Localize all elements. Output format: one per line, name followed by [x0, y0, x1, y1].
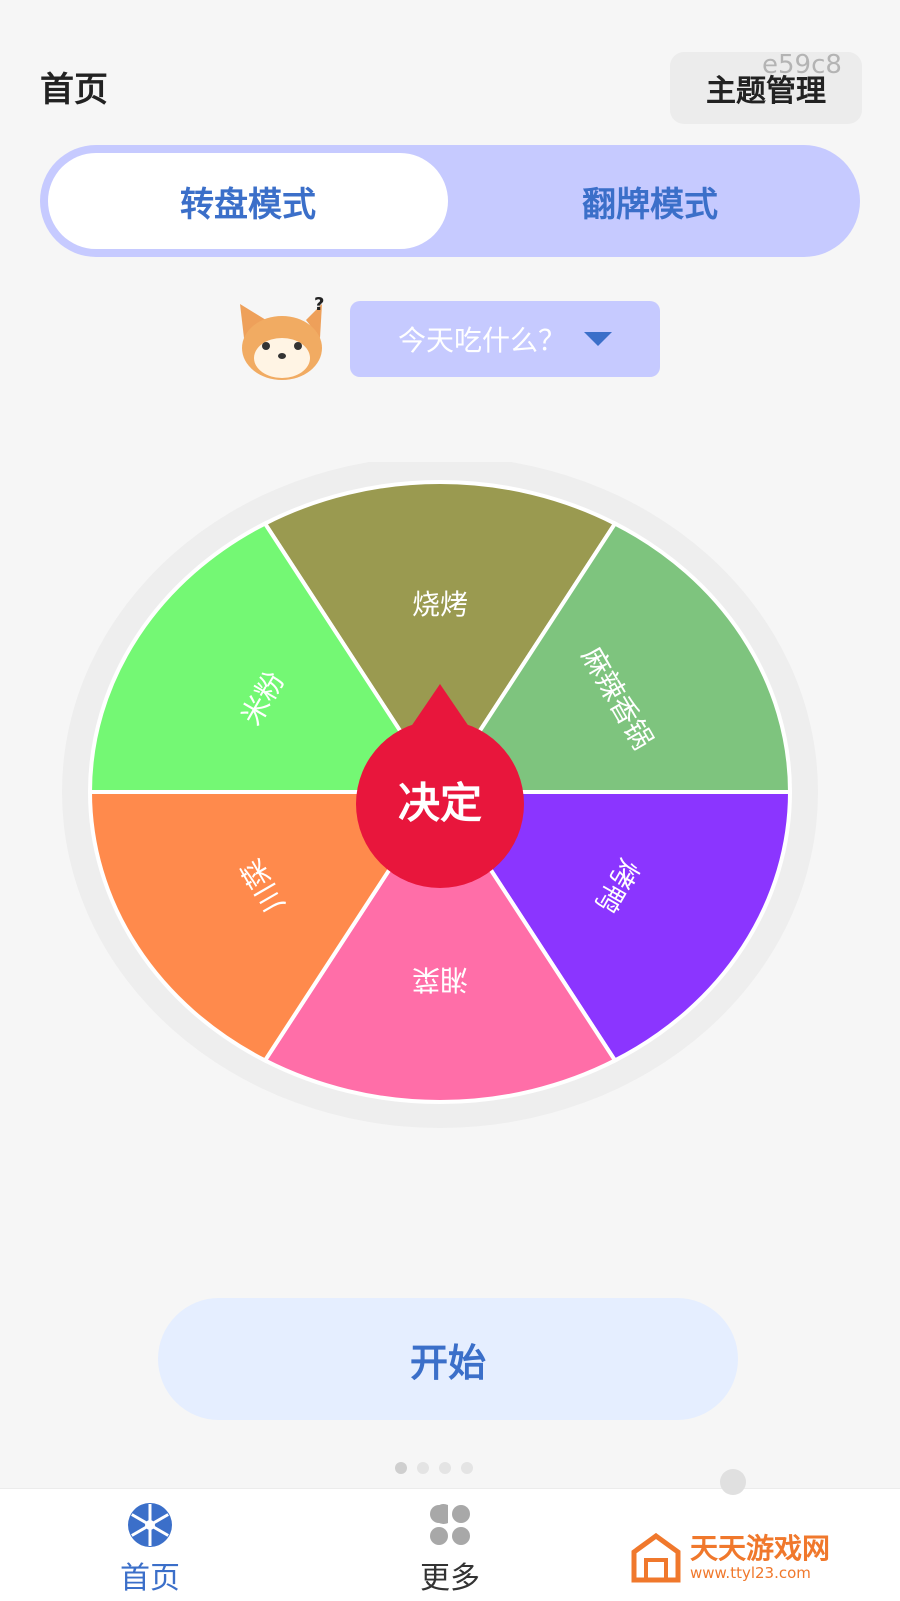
- nav-label-more: 更多: [420, 1561, 480, 1596]
- nav-item-more[interactable]: 更多: [370, 1489, 530, 1601]
- shiba-dog-icon: ?: [240, 296, 324, 380]
- topic-dropdown-label: 今天吃什么？: [397, 324, 566, 357]
- svg-text:?: ?: [314, 296, 324, 315]
- tab-card-mode[interactable]: 翻牌模式: [450, 153, 850, 249]
- page-title: 首页: [40, 70, 108, 110]
- page-indicator: [395, 1462, 473, 1474]
- wheel-icon: [128, 1503, 172, 1547]
- profile-icon[interactable]: [720, 1469, 746, 1495]
- nav-item-home[interactable]: 首页: [70, 1489, 230, 1601]
- brand-logo-icon: [631, 1532, 681, 1583]
- mode-switch: 转盘模式 翻牌模式: [40, 145, 860, 257]
- wheel-segment-label: 湘菜: [412, 963, 468, 996]
- brand-url: www.ttyl23.com: [690, 1564, 811, 1582]
- watermark-text: e59c8: [762, 50, 842, 80]
- tab-wheel-mode[interactable]: 转盘模式: [48, 153, 448, 249]
- spin-wheel[interactable]: 烧烤麻辣香锅烤鸭湘菜川菜米粉决定: [60, 462, 840, 1152]
- topic-dropdown[interactable]: 今天吃什么？: [350, 301, 660, 377]
- decide-button-label: 决定: [398, 779, 482, 828]
- brand-name: 天天游戏网: [690, 1532, 831, 1565]
- start-button[interactable]: 开始: [158, 1298, 738, 1420]
- nav-label-home: 首页: [120, 1561, 180, 1596]
- grid-icon: [430, 1504, 470, 1545]
- site-brand: 天天游戏网 www.ttyl23.com: [630, 1532, 830, 1584]
- dropdown-caret-icon: [584, 332, 612, 346]
- wheel-segment-label: 烧烤: [412, 588, 468, 621]
